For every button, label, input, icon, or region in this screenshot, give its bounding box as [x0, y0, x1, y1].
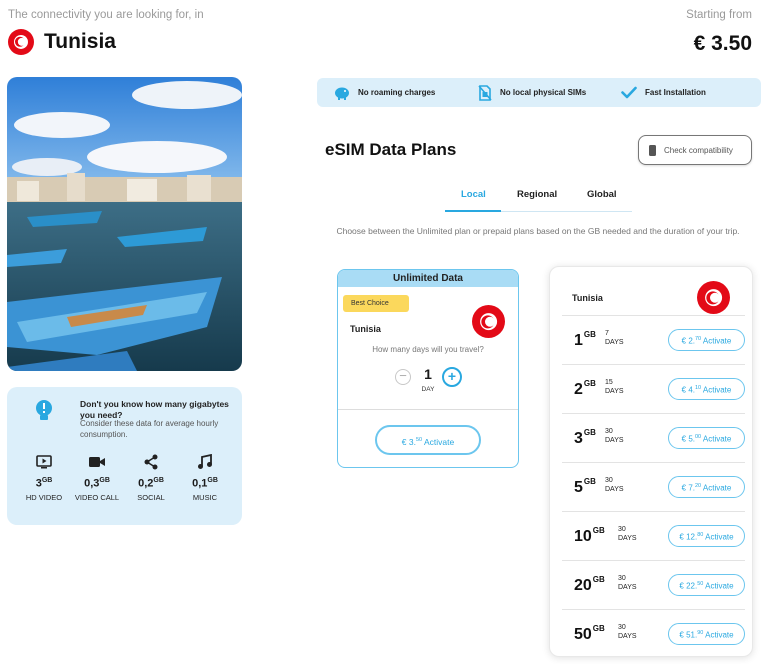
plan-days: 30 DAYS — [618, 624, 637, 640]
plan-row-3gb: 3GB 30 DAYS € 5.00 Activate — [562, 413, 745, 462]
plan-days: 30 DAYS — [605, 477, 624, 493]
destination-photo — [7, 77, 242, 371]
plan-days: 15 DAYS — [605, 379, 624, 395]
activate-button-1gb[interactable]: € 2.70 Activate — [668, 329, 745, 351]
prepaid-country: Tunisia — [572, 293, 603, 303]
feature-fast-install: Fast Installation — [621, 78, 706, 107]
activate-button-10gb[interactable]: € 12.80 Activate — [668, 525, 745, 547]
usage-social: 0,2GB SOCIAL — [124, 453, 178, 502]
feature-no-sim: No local physical SIMs — [478, 78, 586, 107]
phone-icon — [649, 144, 656, 156]
plan-gb: 50GB — [574, 624, 605, 643]
usage-video-call: 0,3GB VIDEO CALL — [70, 453, 124, 502]
days-stepper: − 1 + DAY — [394, 366, 464, 398]
plan-gb: 3GB — [574, 428, 596, 447]
share-icon — [144, 454, 158, 470]
activate-button-50gb[interactable]: € 51.90 Activate — [668, 623, 745, 645]
plan-days: 30 DAYS — [605, 428, 624, 444]
features-bar: No roaming charges No local physical SIM… — [317, 78, 761, 107]
plan-gb: 5GB — [574, 477, 596, 496]
header-subtitle: The connectivity you are looking for, in — [8, 9, 204, 21]
plan-tabs: Local Regional Global — [445, 186, 632, 212]
activate-button-20gb[interactable]: € 22.50 Activate — [668, 574, 745, 596]
piggy-bank-icon — [335, 87, 349, 100]
divider — [338, 409, 518, 410]
gb-info-description: Consider these data for average hourly c… — [80, 419, 219, 439]
plan-row-5gb: 5GB 30 DAYS € 7.20 Activate — [562, 462, 745, 511]
activate-button-3gb[interactable]: € 5.00 Activate — [668, 427, 745, 449]
plans-title: eSIM Data Plans — [325, 140, 457, 159]
activate-button-2gb[interactable]: € 4.10 Activate — [668, 378, 745, 400]
plan-days: 30 DAYS — [618, 526, 637, 542]
plan-gb: 20GB — [574, 575, 605, 594]
no-sim-icon — [478, 84, 492, 101]
plan-row-1gb: 1GB 7 DAYS € 2.70 Activate — [562, 315, 745, 364]
plan-gb: 1GB — [574, 330, 596, 349]
tunisia-flag-icon — [472, 305, 505, 338]
lightbulb-icon — [36, 400, 52, 420]
video-play-icon — [36, 455, 52, 469]
days-question: How many days will you travel? — [372, 345, 484, 354]
feature-no-roaming: No roaming charges — [334, 78, 435, 107]
usage-hd-video: 3GB HD VIDEO — [17, 453, 71, 502]
days-value: 1 — [424, 366, 432, 382]
decrease-days-button[interactable]: − — [395, 369, 411, 385]
increase-days-button[interactable]: + — [442, 367, 462, 387]
gb-info-title: Don't you know how many gigabytes you ne… — [80, 399, 229, 420]
tab-local[interactable]: Local — [461, 189, 486, 200]
gb-info-card: Don't you know how many gigabytes you ne… — [7, 387, 242, 525]
best-choice-badge: Best Choice — [343, 295, 409, 312]
plan-gb: 2GB — [574, 379, 596, 398]
checkmark-icon — [621, 86, 637, 99]
video-camera-icon — [89, 457, 105, 467]
usage-music: 0,1GB MUSIC — [178, 453, 232, 502]
plan-row-20gb: 20GB 30 DAYS € 22.50 Activate — [562, 560, 745, 609]
plan-gb: 10GB — [574, 526, 605, 545]
music-note-icon — [198, 454, 212, 469]
tab-global[interactable]: Global — [587, 189, 617, 200]
unlimited-activate-button[interactable]: € 3.50 Activate — [375, 425, 481, 455]
plan-row-2gb: 2GB 15 DAYS € 4.10 Activate — [562, 364, 745, 413]
check-compatibility-label: Check compatibility — [664, 145, 733, 155]
days-unit-label: DAY — [421, 386, 435, 393]
plans-intro: Choose between the Unlimited plan or pre… — [336, 226, 740, 236]
plan-row-50gb: 50GB 30 DAYS € 51.90 Activate — [562, 609, 745, 658]
unlimited-plan-card: Unlimited Data Best Choice Tunisia How m… — [337, 269, 519, 468]
activate-button-5gb[interactable]: € 7.20 Activate — [668, 476, 745, 498]
check-compatibility-button[interactable]: Check compatibility — [638, 135, 752, 165]
tab-regional[interactable]: Regional — [517, 189, 557, 200]
starting-from-label: Starting from — [686, 9, 752, 21]
country-title: Tunisia — [44, 30, 116, 53]
tunisia-flag-icon — [8, 29, 34, 55]
active-tab-indicator — [445, 210, 501, 212]
plan-days: 30 DAYS — [618, 575, 637, 591]
plan-row-10gb: 10GB 30 DAYS € 12.80 Activate — [562, 511, 745, 560]
starting-price: € 3.50 — [693, 32, 752, 55]
prepaid-plans-card: Tunisia 1GB 7 DAYS € 2.70 Activate 2GB 15… — [549, 266, 753, 657]
unlimited-country: Tunisia — [350, 324, 381, 334]
tunisia-flag-icon — [697, 281, 730, 314]
unlimited-header: Unlimited Data — [338, 270, 518, 287]
plan-days: 7 DAYS — [605, 330, 624, 346]
